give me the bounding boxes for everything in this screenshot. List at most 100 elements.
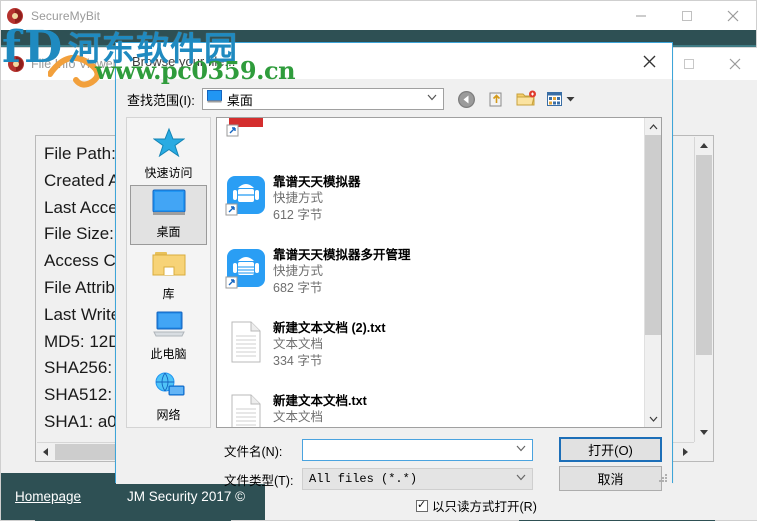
info-panel-vscroll-thumb[interactable] <box>696 155 712 355</box>
inner-close-icon[interactable] <box>712 48 757 80</box>
list-item-type: 快捷方式 <box>273 191 324 205</box>
desktop-icon <box>206 90 222 108</box>
scrollbar-corner <box>694 442 712 460</box>
places-bar: 快速访问 桌面 库 此电脑 网络 <box>126 117 211 428</box>
maximize-icon[interactable] <box>664 1 710 30</box>
open-button[interactable]: 打开(O) <box>559 437 662 462</box>
info-panel-vertical-scrollbar[interactable] <box>694 137 712 442</box>
list-item-size: 2.23 KB <box>273 117 317 118</box>
screen: SecureMyBit File Info Viewer File Path: … <box>0 0 757 521</box>
pdf-red-shortcut-icon <box>223 118 269 153</box>
resize-grip-icon[interactable] <box>658 470 668 482</box>
list-item[interactable]: 靠谱天天模拟器多开管理 快捷方式 682 字节 <box>217 242 644 315</box>
place-desktop[interactable]: 桌面 <box>130 184 207 246</box>
chevron-down-icon[interactable] <box>516 473 526 484</box>
network-icon <box>152 371 186 404</box>
list-item-meta: 2.23 KB <box>273 117 317 118</box>
scroll-up-icon[interactable] <box>695 137 713 155</box>
emulator-blue-shortcut-icon <box>223 174 269 226</box>
list-item-name: 新建文本文档 (2).txt <box>273 321 386 335</box>
outer-window-controls <box>618 1 756 30</box>
copyright-text: JM Security 2017 © <box>127 489 246 504</box>
chevron-down-icon[interactable] <box>516 444 526 455</box>
look-in-value: 桌面 <box>226 92 253 108</box>
file-list-scroll-thumb[interactable] <box>645 135 661 335</box>
library-folder-icon <box>152 250 186 283</box>
scroll-right-icon[interactable] <box>676 443 694 461</box>
file-list-items: 2.23 KB <box>217 117 644 427</box>
file-type-combobox[interactable]: All files (*.*) <box>302 468 533 490</box>
look-in-row: 查找范围(I): 桌面 <box>127 84 662 114</box>
desktop-icon <box>152 189 186 221</box>
star-icon <box>151 127 186 162</box>
emulator-blue-shortcut-icon <box>223 247 269 299</box>
text-document-icon <box>223 320 269 372</box>
file-name-row: 文件名(N): <box>224 439 533 461</box>
list-item-size: 3.97 KB <box>273 426 367 427</box>
list-item-name: 新建文本文档.txt <box>273 394 367 408</box>
back-icon[interactable] <box>456 88 478 110</box>
list-item-meta: 新建文本文档 (2).txt 文本文档 334 字节 <box>273 320 386 370</box>
scroll-left-icon[interactable] <box>37 443 55 461</box>
look-in-label: 查找范围(I): <box>127 92 195 108</box>
list-item-name: 靠谱天天模拟器多开管理 <box>273 248 411 262</box>
file-list-scrollbar[interactable] <box>644 118 661 427</box>
list-item-meta: 靠谱天天模拟器多开管理 快捷方式 682 字节 <box>273 247 411 297</box>
list-item[interactable]: 2.23 KB <box>217 117 644 169</box>
browse-file-dialog: Browse your file... 查找范围(I): 桌面 快速访问 桌面 … <box>115 42 673 514</box>
close-icon[interactable] <box>710 1 756 30</box>
scroll-down-icon[interactable] <box>645 410 661 427</box>
list-item-type: 文本文档 <box>273 410 324 424</box>
look-in-combobox[interactable]: 桌面 <box>201 88 444 110</box>
place-this-pc[interactable]: 此电脑 <box>130 306 207 367</box>
text-document-icon <box>223 393 269 427</box>
open-readonly-row[interactable]: 以只读方式打开(R) <box>416 496 537 515</box>
list-item-size: 682 字节 <box>273 281 323 295</box>
inner-app-logo-icon <box>1 49 31 79</box>
views-icon[interactable] <box>546 88 576 110</box>
place-quick-access[interactable]: 快速访问 <box>130 124 207 185</box>
file-name-label: 文件名(N): <box>224 444 283 459</box>
place-network[interactable]: 网络 <box>130 366 207 427</box>
list-item-type: 文本文档 <box>273 337 324 351</box>
dialog-toolbar <box>456 88 576 110</box>
scroll-down-icon[interactable] <box>695 424 713 442</box>
list-item[interactable]: 新建文本文档 (2).txt 文本文档 334 字节 <box>217 315 644 388</box>
chevron-down-icon[interactable] <box>427 93 437 104</box>
dialog-body: 查找范围(I): 桌面 快速访问 桌面 库 此电脑 网络 靠谱天天模拟器 快捷方… <box>116 79 672 514</box>
file-name-input[interactable] <box>302 439 533 461</box>
file-type-label: 文件类型(T): <box>224 473 294 488</box>
list-item[interactable]: 靠谱天天模拟器 快捷方式 612 字节 <box>217 169 644 242</box>
dialog-titlebar: Browse your file... <box>116 43 672 79</box>
place-label: 快速访问 <box>144 166 193 181</box>
open-readonly-label: 以只读方式打开(R) <box>432 500 537 514</box>
file-type-value: All files (*.*) <box>309 472 418 486</box>
list-item-size: 334 字节 <box>273 354 323 368</box>
list-item-name: 靠谱天天模拟器 <box>273 175 361 189</box>
list-item[interactable]: 新建文本文档.txt 文本文档 3.97 KB <box>217 388 644 427</box>
outer-titlebar: SecureMyBit <box>1 1 756 30</box>
cancel-button[interactable]: 取消 <box>559 466 662 491</box>
homepage-link[interactable]: Homepage <box>15 489 81 504</box>
minimize-icon[interactable] <box>618 1 664 30</box>
inner-window-title: File Info Viewer <box>31 57 117 71</box>
list-item-meta: 新建文本文档.txt 文本文档 3.97 KB <box>273 393 367 427</box>
this-pc-icon <box>152 310 186 343</box>
list-item-meta: 靠谱天天模拟器 快捷方式 612 字节 <box>273 174 361 224</box>
dialog-title: Browse your file... <box>132 53 236 69</box>
place-libraries[interactable]: 库 <box>130 245 207 306</box>
list-item-type: 快捷方式 <box>273 264 324 278</box>
dialog-close-icon[interactable] <box>627 43 672 79</box>
inner-window-controls <box>666 48 757 80</box>
outer-window-title: SecureMyBit <box>31 8 101 23</box>
place-label: 桌面 <box>156 225 181 240</box>
open-readonly-checkbox[interactable] <box>416 498 428 512</box>
new-folder-icon[interactable] <box>516 88 538 110</box>
place-label: 网络 <box>156 407 181 422</box>
app-logo-icon <box>1 2 29 30</box>
up-one-level-icon[interactable] <box>486 88 508 110</box>
file-list[interactable]: 2.23 KB <box>216 117 662 428</box>
scroll-up-icon[interactable] <box>645 118 661 135</box>
file-type-row: 文件类型(T): All files (*.*) <box>224 468 533 490</box>
list-item-size: 612 字节 <box>273 208 323 222</box>
